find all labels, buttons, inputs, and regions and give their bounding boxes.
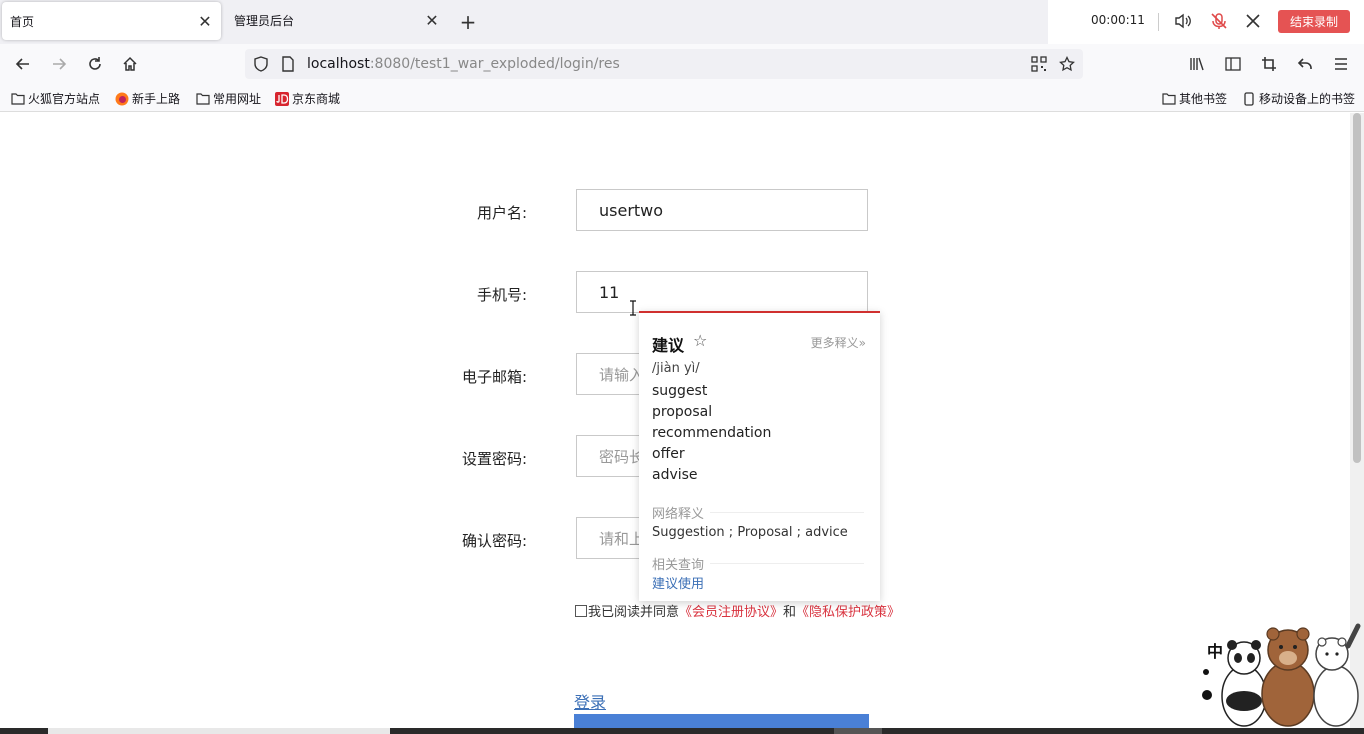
popup-phonetic: /jiàn yì/ xyxy=(652,361,700,376)
text-cursor-icon xyxy=(629,300,637,320)
page-info-icon[interactable] xyxy=(278,54,298,74)
phone-input[interactable]: 11 xyxy=(576,271,868,313)
bookmark-label: 新手上路 xyxy=(132,92,181,106)
divider xyxy=(710,512,864,513)
definition-list: suggest proposal recommendation offer ad… xyxy=(652,381,771,486)
forward-icon[interactable] xyxy=(49,54,69,74)
folder-icon xyxy=(196,92,210,106)
popup-word: 建议 xyxy=(652,336,685,355)
qr-code-icon[interactable] xyxy=(1029,54,1049,74)
bears-icon xyxy=(1202,623,1361,727)
related-section-header: 相关查询 xyxy=(652,554,864,573)
definition-item: advise xyxy=(652,467,698,483)
new-tab-icon[interactable]: + xyxy=(458,12,478,32)
close-recording-icon[interactable] xyxy=(1242,10,1264,32)
tab-admin[interactable]: 管理员后台 ✕ xyxy=(226,0,448,40)
bookmark-label: 其他书签 xyxy=(1179,92,1228,106)
firefox-icon xyxy=(115,92,129,106)
ime-mascot[interactable]: 中 xyxy=(1196,616,1364,728)
definition-item: offer xyxy=(652,446,685,462)
agree-text: 我已阅读并同意 xyxy=(588,605,680,620)
agree-checkbox[interactable] xyxy=(575,604,587,617)
definition-item: proposal xyxy=(652,404,713,420)
address-bar[interactable]: localhost:8080/test1_war_exploded/login/… xyxy=(245,49,1083,79)
reload-icon[interactable] xyxy=(85,54,105,74)
agreement-row: 我已阅读并同意 《会员注册协议》 和 《隐私保护政策》 xyxy=(575,601,900,620)
close-icon[interactable]: ✕ xyxy=(424,11,440,30)
bookmark-label: 常用网址 xyxy=(213,92,262,106)
username-label: 用户名: xyxy=(476,204,527,222)
member-agreement-link[interactable]: 《会员注册协议》 xyxy=(679,601,783,620)
bookmark-label: 移动设备上的书签 xyxy=(1259,92,1356,106)
web-definition: Suggestion ; Proposal ; advice xyxy=(652,525,848,540)
dictionary-popup: 建议 ☆ 更多释义» /jiàn yì/ suggest proposal re… xyxy=(639,311,880,601)
section-title: 网络释义 xyxy=(652,507,705,522)
browser-window: 首页 ✕ 管理员后台 ✕ + 00:00:11 结束录制 localhost:8… xyxy=(0,0,1364,734)
sidebar-icon[interactable] xyxy=(1223,54,1243,74)
confirm-password-label: 确认密码: xyxy=(461,532,527,550)
taskbar-item[interactable] xyxy=(48,728,390,734)
tab-home[interactable]: 首页 ✕ xyxy=(2,2,221,40)
close-icon[interactable]: ✕ xyxy=(197,12,213,31)
mic-muted-icon[interactable] xyxy=(1208,10,1230,32)
bookmark-item[interactable]: 火狐官方站点 xyxy=(11,90,100,107)
bookmark-item[interactable]: 新手上路 xyxy=(115,90,180,107)
bookmark-label: 京东商城 xyxy=(292,92,341,106)
tab-strip: 首页 ✕ 管理员后台 ✕ + 00:00:11 结束录制 xyxy=(0,0,1364,44)
privacy-policy-link[interactable]: 《隐私保护政策》 xyxy=(796,601,900,620)
related-query-link[interactable]: 建议使用 xyxy=(652,573,704,592)
recorder-toolbar: 00:00:11 结束录制 xyxy=(1048,0,1364,44)
bookmark-item[interactable]: 其他书签 xyxy=(1162,90,1227,107)
bookmarks-toolbar: 火狐官方站点 新手上路 常用网址 京东商城 其他书签 移动设备上的书签 xyxy=(0,84,1364,112)
web-section-header: 网络释义 xyxy=(652,503,864,522)
shield-icon[interactable] xyxy=(251,54,271,74)
definition-item: recommendation xyxy=(652,425,772,441)
back-icon[interactable] xyxy=(13,54,33,74)
taskbar-strip xyxy=(0,728,1364,734)
tab-title: 首页 xyxy=(10,14,35,29)
bookmark-item[interactable]: 常用网址 xyxy=(196,90,261,107)
password-label: 设置密码: xyxy=(461,450,527,468)
favorite-star-icon[interactable]: ☆ xyxy=(693,331,707,350)
tab-title: 管理员后台 xyxy=(234,13,295,28)
more-definitions-link[interactable]: 更多释义» xyxy=(811,334,866,351)
navigation-toolbar: localhost:8080/test1_war_exploded/login/… xyxy=(0,44,1364,84)
taskbar-item[interactable] xyxy=(834,728,882,734)
url-path: :8080/test1_war_exploded/login/res xyxy=(369,56,620,72)
phone-label: 手机号: xyxy=(476,286,527,304)
bookmark-label: 火狐官方站点 xyxy=(28,92,101,106)
recording-timer: 00:00:11 xyxy=(1091,13,1145,27)
agree-and-text: 和 xyxy=(783,605,797,620)
speaker-icon[interactable] xyxy=(1172,10,1194,32)
bookmark-star-icon[interactable] xyxy=(1057,54,1077,74)
library-icon[interactable] xyxy=(1187,54,1207,74)
stop-recording-button[interactable]: 结束录制 xyxy=(1278,10,1350,33)
mobile-device-icon xyxy=(1242,91,1256,106)
bookmark-item[interactable]: 京东商城 xyxy=(275,90,340,107)
url-host: localhost xyxy=(307,56,370,72)
username-input[interactable]: usertwo xyxy=(576,189,868,231)
undo-icon[interactable] xyxy=(1295,54,1315,74)
folder-icon xyxy=(1162,92,1176,106)
email-label: 电子邮箱: xyxy=(461,368,527,386)
screenshot-crop-icon[interactable] xyxy=(1259,54,1279,74)
login-link[interactable]: 登录 xyxy=(574,689,606,713)
divider xyxy=(1158,13,1159,31)
home-icon[interactable] xyxy=(120,54,140,74)
divider xyxy=(710,563,864,564)
bookmark-item[interactable]: 移动设备上的书签 xyxy=(1242,90,1355,107)
section-title: 相关查询 xyxy=(652,558,705,573)
menu-icon[interactable] xyxy=(1331,54,1351,74)
folder-icon xyxy=(11,92,25,106)
scrollbar-thumb[interactable] xyxy=(1353,113,1361,463)
definition-item: suggest xyxy=(652,383,708,399)
jd-logo-icon xyxy=(275,91,289,106)
url-text[interactable]: localhost:8080/test1_war_exploded/login/… xyxy=(307,56,620,72)
